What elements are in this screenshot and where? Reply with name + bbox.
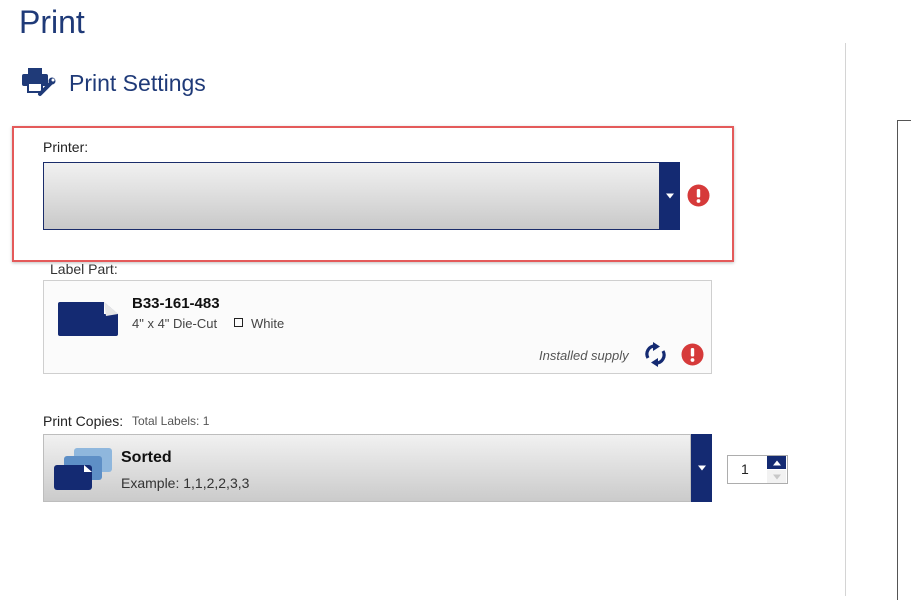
refresh-icon[interactable] <box>643 342 668 367</box>
chevron-down-icon <box>666 193 674 199</box>
label-die-cut-icon <box>58 302 118 336</box>
part-size-type: 4" x 4" Die-Cut <box>132 316 218 331</box>
collation-example: Example: 1,1,2,2,3,3 <box>121 475 250 491</box>
total-labels: Total Labels: 1 <box>132 414 210 428</box>
panel-divider <box>845 43 846 596</box>
label-preview-area <box>897 120 911 600</box>
sorted-stack-icon <box>54 448 112 490</box>
print-copies-label: Print Copies: <box>43 413 124 429</box>
part-number: B33-161-483 <box>132 295 220 312</box>
supply-error-icon <box>681 343 704 366</box>
chevron-down-icon <box>697 465 706 471</box>
color-swatch-icon <box>234 318 243 327</box>
decrement-button[interactable] <box>767 470 786 483</box>
increment-button[interactable] <box>767 456 786 469</box>
page-title: Print <box>19 4 85 40</box>
collation-dropdown-button[interactable] <box>691 434 712 502</box>
chevron-down-icon <box>772 474 781 479</box>
printer-settings-icon <box>22 68 56 96</box>
copies-count[interactable]: 1 <box>741 461 749 477</box>
chevron-up-icon <box>772 460 781 465</box>
collation-select[interactable] <box>43 434 691 502</box>
collation-name: Sorted <box>121 449 172 466</box>
part-color: White <box>251 316 285 331</box>
printer-select[interactable] <box>43 162 660 230</box>
label-part-label: Label Part: <box>50 261 118 277</box>
printer-label: Printer: <box>43 139 89 155</box>
printer-error-icon <box>687 184 710 207</box>
print-settings-title: Print Settings <box>69 70 206 96</box>
supply-status: Installed supply <box>539 348 629 363</box>
printer-dropdown-button[interactable] <box>660 162 680 230</box>
